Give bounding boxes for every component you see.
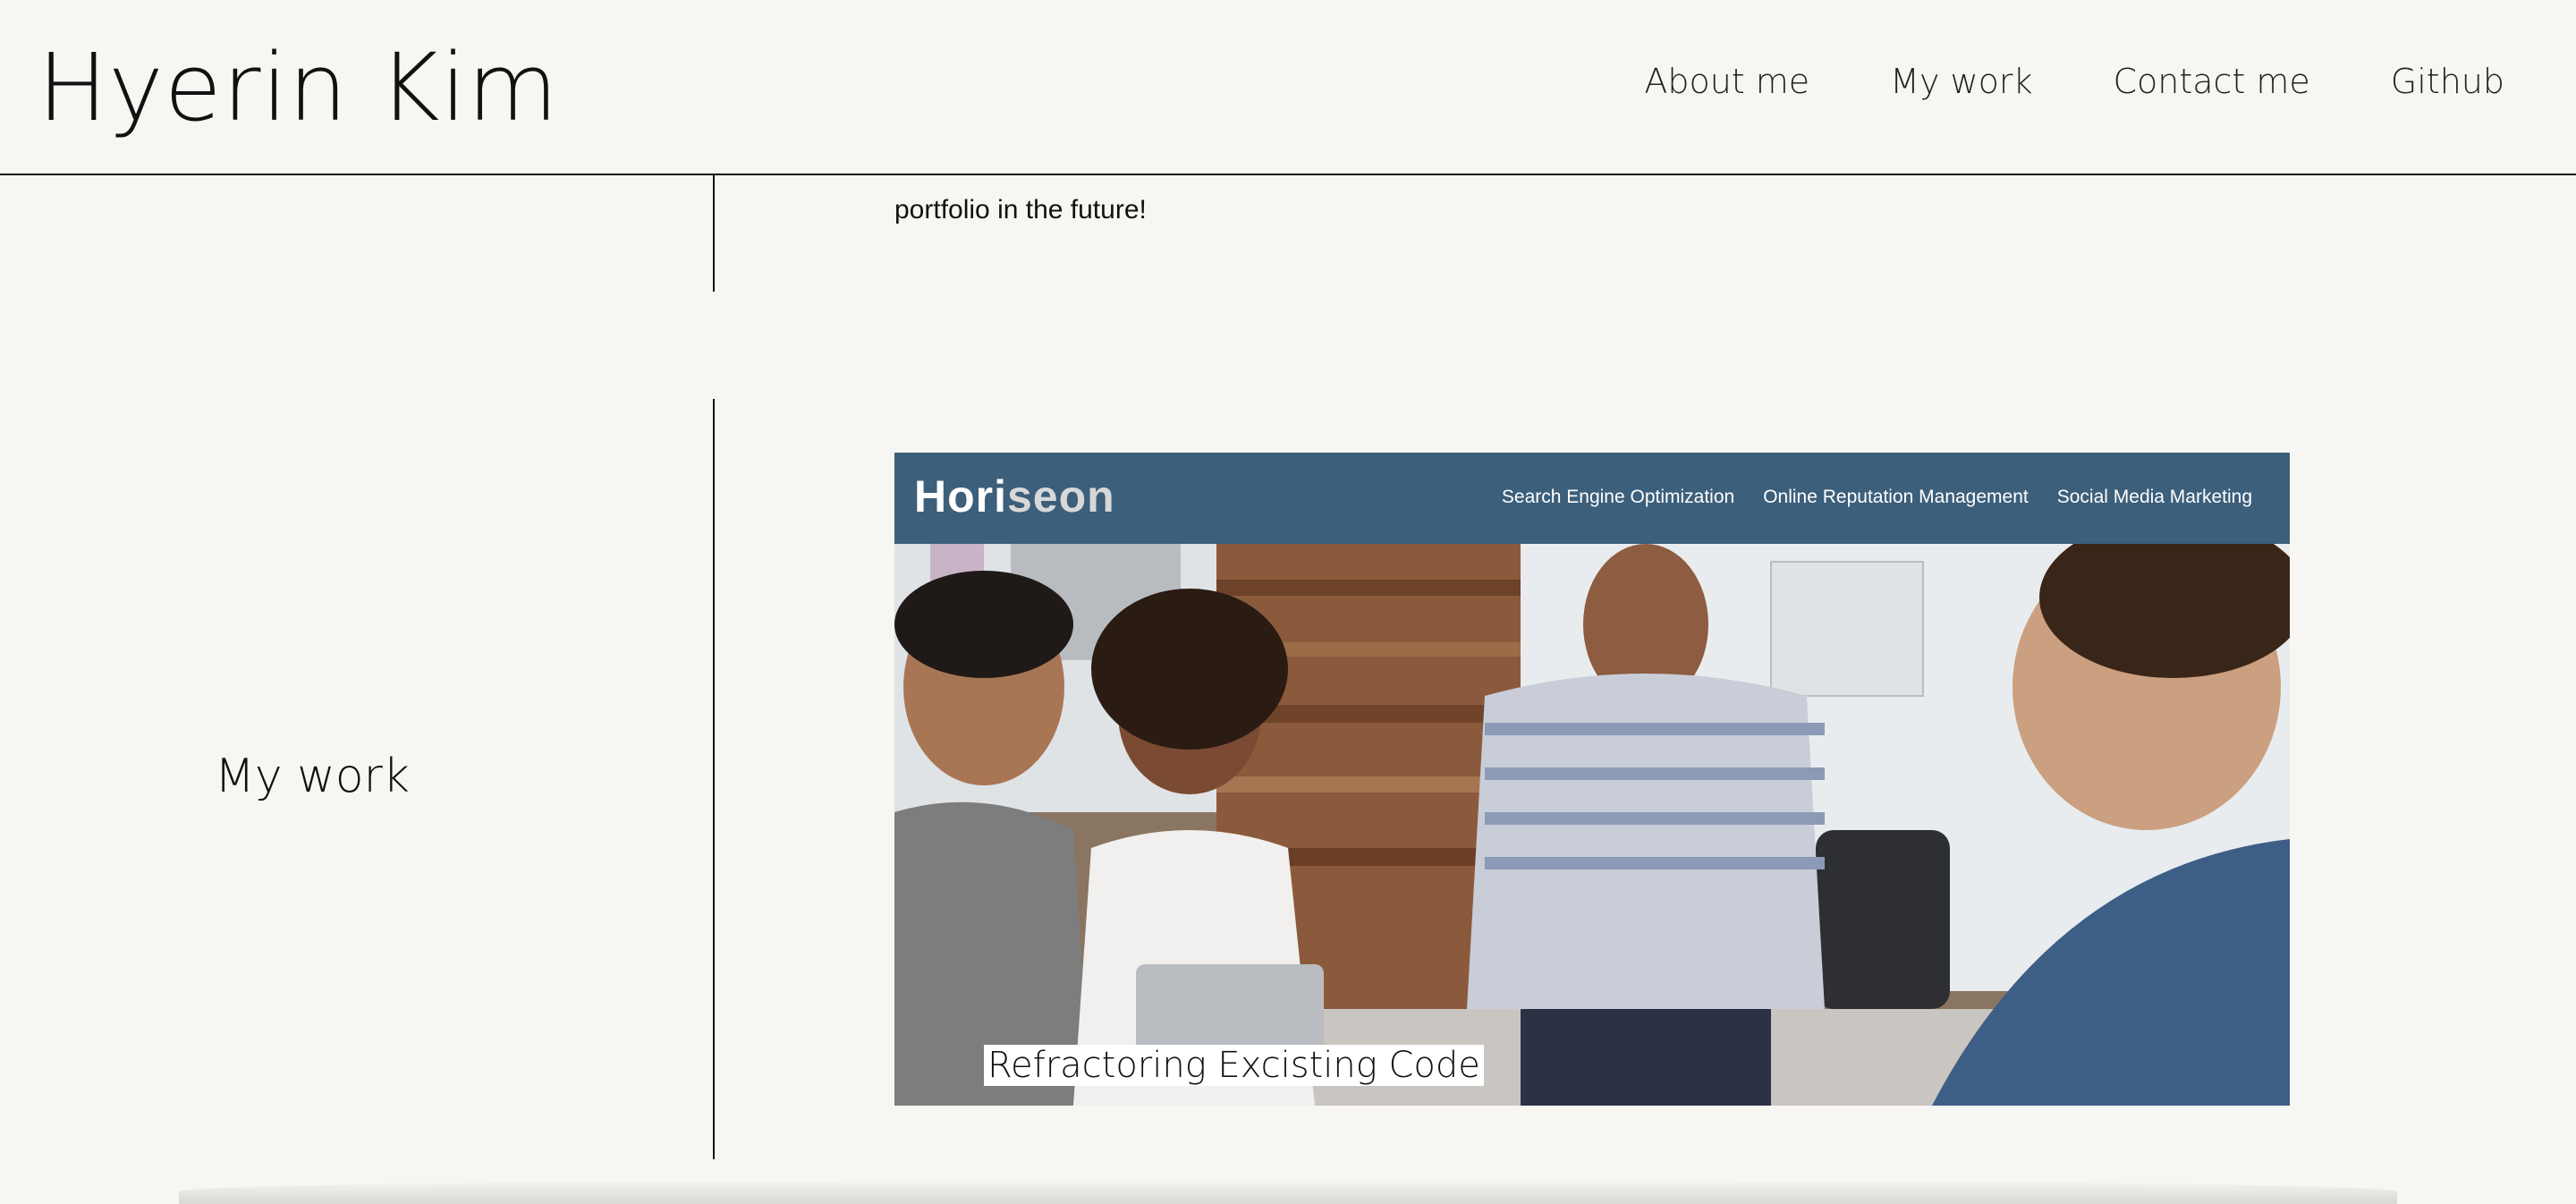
project-logo-bold: Hori [914,471,1007,521]
project-logo-light: seon [1007,471,1115,521]
main-nav: About me My work Contact me Github [1644,59,2504,104]
nav-github[interactable]: Github [2391,59,2504,104]
about-section-divider [713,175,715,292]
site-title: Hyerin Kim [38,33,559,142]
project-title[interactable]: Refractoring Excisting Code [984,1045,1484,1086]
project-screenshot-nav: Search Engine Optimization Online Reputa… [1502,487,2252,508]
project-photo [894,544,2290,1106]
project-screenshot-header: Horiseon Search Engine Optimization Onli… [894,453,2290,544]
nav-my-work[interactable]: My work [1890,59,2032,104]
footer-shadow [179,1179,2397,1204]
project-card[interactable]: Horiseon Search Engine Optimization Onli… [894,453,2290,1106]
project-logo: Horiseon [914,471,1115,522]
nav-contact-me[interactable]: Contact me [2113,59,2309,104]
site-header: Hyerin Kim About me My work Contact me G… [0,0,2576,175]
nav-about-me[interactable]: About me [1644,59,1809,104]
project-nav-item: Search Engine Optimization [1501,487,1735,507]
work-heading: My work [215,750,411,803]
work-section-divider [713,399,715,1159]
about-text: portfolio in the future! [894,195,1147,225]
project-nav-item: Online Reputation Management [1763,487,2029,507]
project-nav-item: Social Media Marketing [2056,487,2252,507]
